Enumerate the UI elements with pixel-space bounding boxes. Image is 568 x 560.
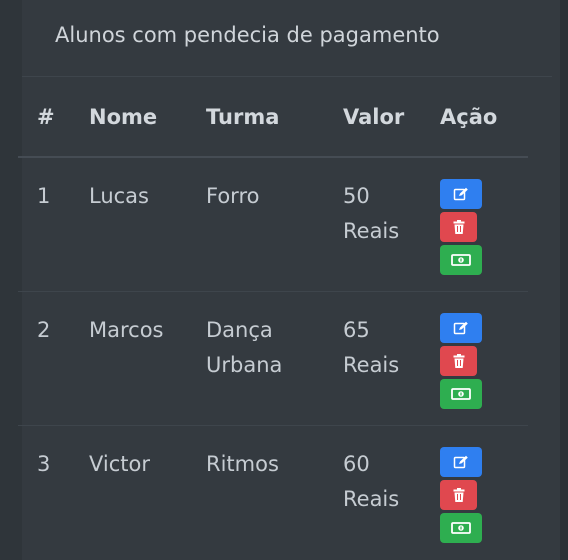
delete-button[interactable] — [440, 212, 477, 242]
edit-icon — [453, 455, 468, 469]
table-row: 1 Lucas Forro 50 Reais — [18, 157, 528, 292]
header-name: Nome — [88, 78, 205, 158]
header-acao: Ação — [439, 78, 528, 158]
row-name: Marcos — [88, 291, 205, 426]
row-valor-unit: Reais — [343, 487, 400, 511]
pay-button[interactable] — [440, 513, 482, 543]
edit-button[interactable] — [440, 179, 482, 209]
row-index: 3 — [37, 452, 51, 476]
table-header-row: # Nome Turma Valor Ação — [18, 78, 528, 158]
money-bill-icon — [451, 388, 471, 400]
row-valor-amount: 50 — [343, 184, 370, 208]
row-actions — [439, 426, 528, 560]
right-background-strip — [560, 0, 568, 560]
header-turma: Turma — [205, 78, 342, 158]
header-valor: Valor — [342, 78, 439, 158]
row-valor: 60 Reais — [342, 426, 439, 560]
delete-button[interactable] — [440, 346, 477, 376]
pay-button[interactable] — [440, 245, 482, 275]
header-index: # — [18, 78, 88, 158]
table-row: 3 Victor Ritmos 60 Reais — [18, 426, 528, 560]
money-bill-icon — [451, 254, 471, 266]
edit-button[interactable] — [440, 447, 482, 477]
row-index: 1 — [18, 157, 88, 292]
card-header: Alunos com pendecia de pagamento — [22, 0, 552, 77]
row-valor-amount: 60 — [343, 452, 370, 476]
pay-button[interactable] — [440, 379, 482, 409]
trash-icon — [453, 488, 464, 502]
row-name: Victor — [89, 452, 151, 476]
row-valor: 65 Reais — [342, 291, 439, 426]
row-actions — [439, 291, 528, 426]
card-title: Alunos com pendecia de pagamento — [55, 23, 440, 47]
row-index: 2 — [18, 291, 88, 426]
row-name: Lucas — [88, 157, 205, 292]
row-turma: Ritmos — [205, 426, 342, 560]
table-row: 2 Marcos Dança Urbana 65 Reais — [18, 291, 528, 426]
edit-button[interactable] — [440, 313, 482, 343]
row-turma: Forro — [205, 157, 342, 292]
row-valor-amount: 65 — [343, 318, 370, 342]
row-turma-line1: Forro — [206, 184, 260, 208]
edit-icon — [453, 321, 468, 335]
row-valor-unit: Reais — [343, 353, 400, 377]
pending-students-table: # Nome Turma Valor Ação 1 Lucas Forro 50… — [18, 78, 528, 559]
row-turma: Dança Urbana — [205, 291, 342, 426]
row-valor: 50 Reais — [342, 157, 439, 292]
row-turma-line1: Dança — [206, 318, 273, 342]
row-turma-line2: Urbana — [206, 353, 283, 377]
row-actions — [439, 157, 528, 292]
money-bill-icon — [451, 522, 471, 534]
row-valor-unit: Reais — [343, 219, 400, 243]
trash-icon — [453, 220, 464, 234]
delete-button[interactable] — [440, 480, 477, 510]
row-turma-line1: Ritmos — [206, 452, 279, 476]
edit-icon — [453, 187, 468, 201]
trash-icon — [453, 354, 464, 368]
